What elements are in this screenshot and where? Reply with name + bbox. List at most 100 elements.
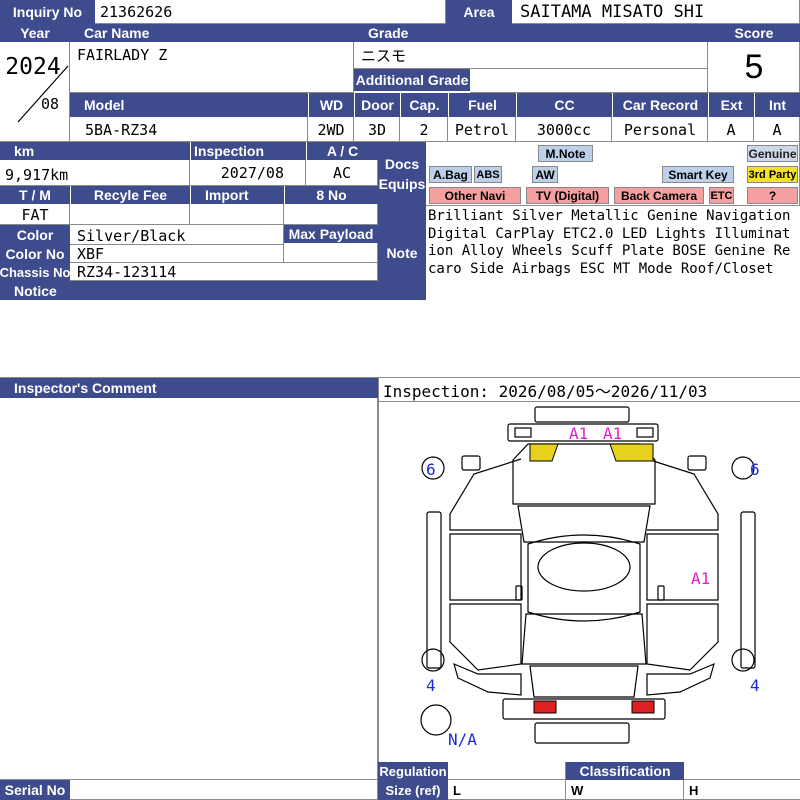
inquiry-label: Inquiry No — [0, 0, 95, 24]
note-value: Brilliant Silver Metallic Genine Navigat… — [428, 208, 791, 277]
note-label: Note — [378, 206, 426, 300]
cc-value: 3000cc — [536, 120, 592, 139]
door-value: 3D — [367, 120, 387, 139]
mark-tl: 6 — [426, 460, 436, 479]
mark-front-left: A1 — [569, 424, 589, 443]
grade-label: Grade — [354, 24, 708, 42]
score-value: 5 — [744, 47, 764, 86]
badge-tv: TV (Digital) — [526, 187, 609, 204]
size-w: W — [571, 782, 584, 798]
area-label: Area — [446, 0, 512, 24]
mark-front-right: A1 — [603, 424, 623, 443]
color-no-value: XBF — [77, 245, 105, 263]
ac-value: AC — [332, 164, 352, 182]
regulation-label: Regulation — [378, 762, 448, 780]
docs-label: Docs — [384, 156, 420, 172]
headlight-damage-marks — [529, 443, 654, 462]
ac-label: A / C — [306, 142, 378, 160]
car-name-value: FAIRLADY Z — [77, 46, 168, 64]
inquiry-value: 21362626 — [100, 3, 173, 21]
inspection-period: Inspection: 2026/08/05〜2026/11/03 — [383, 382, 708, 401]
chassis-no-label: Chassis No — [0, 263, 70, 281]
score-label: Score — [708, 24, 800, 42]
additional-grade-value — [472, 69, 708, 91]
classification-value — [684, 762, 800, 780]
badge-smart-key: Smart Key — [662, 166, 734, 183]
cap-value: 2 — [419, 120, 429, 139]
mark-bl: 4 — [426, 676, 436, 695]
month-value: 08 — [40, 95, 60, 113]
year-slash — [17, 65, 69, 123]
eight-no-value — [284, 204, 378, 225]
right-headlight-mark — [609, 443, 654, 462]
max-payload-label: Max Payload — [284, 225, 378, 243]
area-value: SAITAMA MISATO SHI — [520, 2, 705, 22]
eight-no-label: 8 No — [284, 186, 378, 204]
right-tail-lamp — [631, 700, 655, 714]
size-label: Size (ref) — [378, 780, 448, 800]
fuel-value: Petrol — [454, 120, 510, 139]
badge-unknown: ? — [747, 187, 798, 204]
door-label: Door — [354, 93, 400, 117]
ext-label: Ext — [708, 93, 754, 117]
recycle-fee-value — [70, 204, 190, 225]
wd-value: 2WD — [317, 120, 345, 139]
chassis-no-value: RZ34-123114 — [77, 263, 177, 281]
badge-back-camera: Back Camera — [614, 187, 704, 204]
docs-equips-label: Docs Equips — [378, 142, 426, 206]
model-value: 5BA-RZ34 — [85, 120, 158, 139]
badge-other-navi: Other Navi — [429, 187, 521, 204]
size-l: L — [453, 782, 461, 798]
left-headlight-mark — [529, 443, 559, 462]
grade-value: ニスモ — [361, 46, 407, 65]
inspector-comment-value — [2, 400, 374, 420]
km-value: 9,917km — [5, 166, 69, 184]
inspector-comment-label: Inspector's Comment — [0, 378, 378, 398]
int-value: A — [772, 120, 782, 139]
mark-tr: 6 — [750, 460, 760, 479]
serial-no-value — [72, 780, 372, 800]
additional-grade-label: Additional Grade — [354, 69, 470, 91]
tm-label: T / M — [0, 186, 70, 204]
year-label: Year — [0, 24, 70, 42]
mark-side-right: A1 — [691, 569, 711, 588]
tm-value: FAT — [21, 205, 49, 224]
mark-br: 4 — [750, 676, 760, 695]
serial-no-label: Serial No — [0, 780, 70, 800]
cc-label: CC — [516, 93, 612, 117]
badge-etc: ETC — [709, 187, 734, 204]
int-label: Int — [754, 93, 800, 117]
recycle-fee-label: Recyle Fee — [70, 186, 190, 204]
notice-value — [2, 302, 798, 322]
import-value — [190, 204, 284, 225]
color-no-label: Color No — [0, 245, 70, 263]
car-damage-diagram — [420, 406, 756, 744]
classification-label: Classification — [566, 762, 684, 780]
car-record-label: Car Record — [612, 93, 708, 117]
km-label: km — [0, 142, 190, 160]
equips-label: Equips — [378, 176, 426, 192]
inspection-value: 2027/08 — [220, 164, 284, 182]
badge-abs: ABS — [474, 166, 502, 183]
badge-mnote: M.Note — [538, 145, 593, 162]
max-payload-value — [284, 243, 378, 263]
badge-abag: A.Bag — [429, 166, 472, 183]
badge-aw: AW — [532, 166, 558, 183]
left-tail-lamp — [533, 700, 557, 714]
model-label: Model — [70, 93, 308, 117]
notice-label: Notice — [0, 281, 378, 300]
color-value: Silver/Black — [77, 227, 186, 245]
wd-label: WD — [308, 93, 354, 117]
fuel-label: Fuel — [448, 93, 516, 117]
mark-na: N/A — [448, 730, 477, 749]
cap-label: Cap. — [400, 93, 448, 117]
ext-value: A — [726, 120, 736, 139]
regulation-value — [448, 762, 566, 780]
car-name-label: Car Name — [70, 24, 354, 42]
inspection-label: Inspection — [190, 142, 306, 160]
badge-genuine: Genuine — [747, 145, 798, 162]
car-record-value: Personal — [623, 120, 697, 139]
size-h: H — [689, 782, 699, 798]
import-label: Import — [190, 186, 284, 204]
badge-third-party: 3rd Party — [747, 166, 798, 183]
